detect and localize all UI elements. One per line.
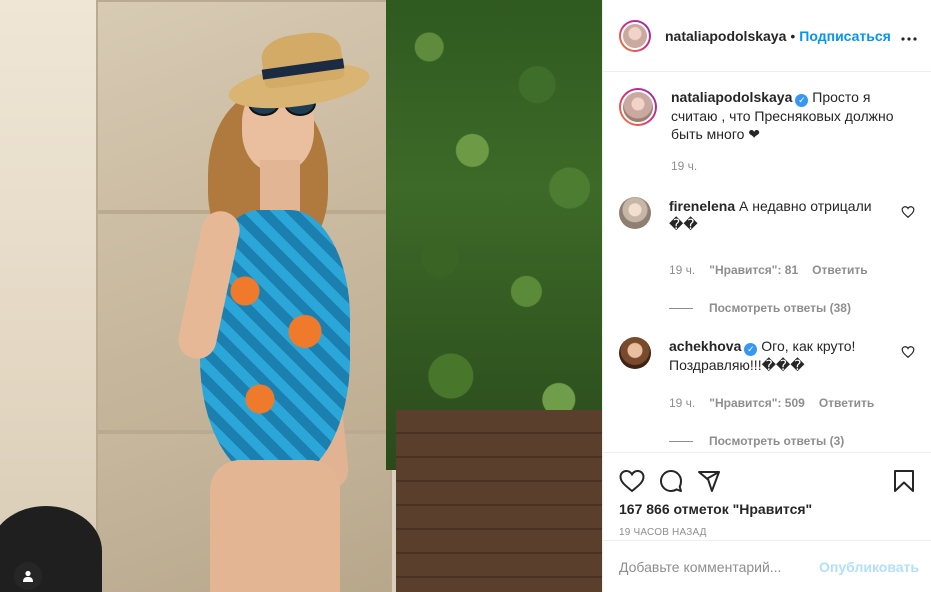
caption-avatar[interactable]: [619, 88, 657, 126]
comment-item: achekhova ✓ Ого, как круто! Поздравляю!!!…: [619, 337, 915, 412]
share-icon[interactable]: [697, 469, 721, 493]
post-header: nataliapodolskaya • Подписаться: [603, 0, 931, 72]
view-replies-button[interactable]: Посмотреть ответы (38): [669, 301, 915, 315]
comment-avatar[interactable]: [619, 337, 651, 369]
caption-time[interactable]: 19 ч.: [671, 157, 697, 175]
view-replies-label: Посмотреть ответы (3): [709, 434, 845, 448]
publish-button[interactable]: Опубликовать: [819, 559, 919, 575]
like-heart-icon[interactable]: [619, 469, 645, 493]
photo-person: [150, 20, 390, 592]
comment-likes[interactable]: "Нравится": 81: [709, 261, 798, 279]
action-icons: [619, 463, 915, 499]
user-icon: [23, 570, 33, 582]
instagram-post: nataliapodolskaya • Подписаться nataliap…: [0, 0, 931, 592]
photo-planter: [396, 410, 602, 592]
verified-badge-icon: ✓: [744, 343, 758, 356]
header-separator: •: [790, 27, 796, 44]
caption: nataliapodolskaya ✓ Просто я считаю , что…: [619, 88, 915, 175]
verified-badge-icon: ✓: [795, 94, 809, 107]
save-bookmark-icon[interactable]: [893, 469, 915, 493]
user-tag-button[interactable]: [14, 562, 42, 590]
add-comment-bar: Опубликовать: [603, 540, 931, 592]
photo-plants: [386, 0, 602, 470]
comment-item: firenelena А недавно отрицали �� 19 ч. "…: [619, 197, 915, 279]
comment-username[interactable]: firenelena: [669, 198, 735, 214]
comment-icon[interactable]: [659, 469, 683, 493]
follow-button[interactable]: Подписаться: [799, 28, 891, 44]
comment-time[interactable]: 19 ч.: [669, 261, 695, 279]
post-sidebar: nataliapodolskaya • Подписаться nataliap…: [602, 0, 931, 592]
posted-time[interactable]: 19 часов назад: [619, 527, 915, 538]
author-username[interactable]: nataliapodolskaya: [665, 28, 786, 44]
more-horizontal-icon: [901, 37, 917, 41]
like-comment-heart-icon[interactable]: [901, 345, 915, 359]
view-replies-button[interactable]: Посмотреть ответы (3): [669, 434, 915, 448]
author-avatar[interactable]: [619, 19, 651, 52]
replies-divider: [669, 440, 693, 442]
view-replies-label: Посмотреть ответы (38): [709, 301, 851, 315]
photo-wall: [0, 0, 100, 592]
caption-username[interactable]: nataliapodolskaya: [671, 89, 792, 105]
like-comment-heart-icon[interactable]: [901, 205, 915, 219]
comment-input[interactable]: [619, 558, 820, 575]
reply-button[interactable]: Ответить: [812, 261, 867, 279]
more-options-button[interactable]: [901, 25, 917, 46]
replies-divider: [669, 307, 693, 309]
comments-list[interactable]: nataliapodolskaya ✓ Просто я считаю , что…: [603, 72, 931, 452]
post-photo[interactable]: [0, 0, 602, 592]
comment-avatar[interactable]: [619, 197, 651, 229]
comment-time[interactable]: 19 ч.: [669, 394, 695, 412]
comment-likes[interactable]: "Нравится": 509: [709, 394, 805, 412]
reply-button[interactable]: Ответить: [819, 394, 874, 412]
likes-count[interactable]: 167 866 отметок "Нравится": [619, 501, 915, 517]
comment-username[interactable]: achekhova: [669, 338, 741, 354]
